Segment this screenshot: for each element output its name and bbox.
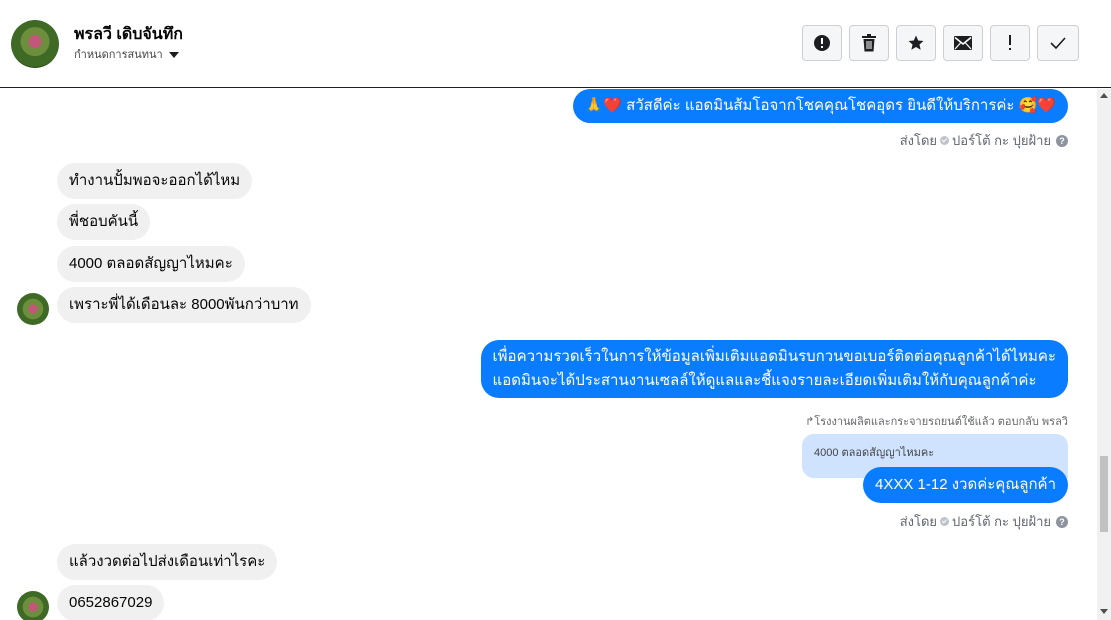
- contact-avatar-small[interactable]: [17, 293, 49, 325]
- spam-button[interactable]: [990, 25, 1030, 61]
- incoming-message[interactable]: เพราะพี่ได้เดือนละ 8000พันกว่าบาท: [57, 287, 311, 323]
- message-thread[interactable]: 🙏❤️ สวัสดีค่ะ แอดมินส้มโอจากโชคคุณโชคอุด…: [0, 89, 1097, 620]
- sent-by-prefix: ส่งโดย: [899, 133, 938, 148]
- message-line: เพื่อความรวดเร็วในการให้ข้อมูลเพิ่มเติมแ…: [492, 348, 1056, 365]
- verified-check-icon: [940, 517, 950, 526]
- scroll-up-icon[interactable]: [1100, 93, 1108, 98]
- help-icon[interactable]: ?: [1056, 134, 1068, 147]
- delete-button[interactable]: [849, 25, 889, 61]
- incoming-message[interactable]: ทำงานปั้มพอจะออกได้ไหม: [57, 163, 253, 199]
- checkmark-icon: [1050, 37, 1066, 49]
- label-dropdown[interactable]: กำหนดการสนทนา: [74, 45, 179, 63]
- incoming-message[interactable]: แล้วงวดต่อไปส่งเดือนเท่าไรคะ: [57, 544, 278, 580]
- alert-circle-icon: [814, 35, 830, 51]
- mark-done-button[interactable]: [1037, 25, 1079, 61]
- message-line: แอดมินจะได้ประสานงานเซลล์ให้ดูแลและชี้แจ…: [492, 372, 1037, 389]
- sent-by-agent: ปอร์โต้ กะ ปุยฝ้าย: [952, 514, 1051, 529]
- reply-context-note: ↱โรงงานผลิตและกระจายรถยนต์ใช้แล้ว ตอบกลั…: [805, 416, 1068, 428]
- action-toolbar: [802, 25, 1079, 61]
- verified-check-icon: [940, 136, 950, 145]
- trash-icon: [862, 34, 876, 52]
- label-dropdown-text: กำหนดการสนทนา: [74, 49, 163, 61]
- contact-name[interactable]: พรลวี เดิบจันทึก: [74, 22, 183, 47]
- scroll-down-icon[interactable]: [1100, 609, 1108, 614]
- envelope-icon: [954, 36, 972, 50]
- caret-down-icon: [168, 51, 179, 58]
- sent-by-agent: ปอร์โต้ กะ ปุยฝ้าย: [952, 133, 1051, 148]
- scrollbar[interactable]: [1097, 89, 1111, 620]
- help-icon[interactable]: ?: [1056, 515, 1068, 528]
- sent-by-info: ส่งโดย ปอร์โต้ กะ ปุยฝ้าย ?: [900, 130, 1068, 151]
- incoming-message[interactable]: พี่ชอบคันนี้: [57, 204, 151, 240]
- sent-by-prefix: ส่งโดย: [899, 514, 938, 529]
- conversation-header: พรลวี เดิบจันทึก กำหนดการสนทนา: [0, 0, 1111, 88]
- outgoing-message-multiline[interactable]: เพื่อความรวดเร็วในการให้ข้อมูลเพิ่มเติมแ…: [480, 340, 1068, 398]
- contact-avatar-small[interactable]: [17, 591, 49, 620]
- outgoing-message[interactable]: 🙏❤️ สวัสดีค่ะ แอดมินส้มโอจากโชคคุณโชคอุด…: [572, 89, 1068, 123]
- outgoing-reply-message[interactable]: 4XXX 1-12 งวดค่ะคุณลูกค้า: [863, 467, 1068, 503]
- incoming-message[interactable]: 0652867029: [57, 585, 165, 620]
- sent-by-info: ส่งโดย ปอร์โต้ กะ ปุยฝ้าย ?: [900, 511, 1068, 532]
- incoming-message[interactable]: 4000 ตลอดสัญญาไหมคะ: [57, 246, 245, 282]
- star-button[interactable]: [896, 25, 936, 61]
- star-icon: [908, 35, 924, 50]
- contact-avatar[interactable]: [11, 20, 59, 68]
- exclamation-icon: [1009, 35, 1011, 50]
- scrollbar-thumb[interactable]: [1100, 456, 1108, 532]
- report-button[interactable]: [802, 25, 842, 61]
- mark-unread-button[interactable]: [943, 25, 983, 61]
